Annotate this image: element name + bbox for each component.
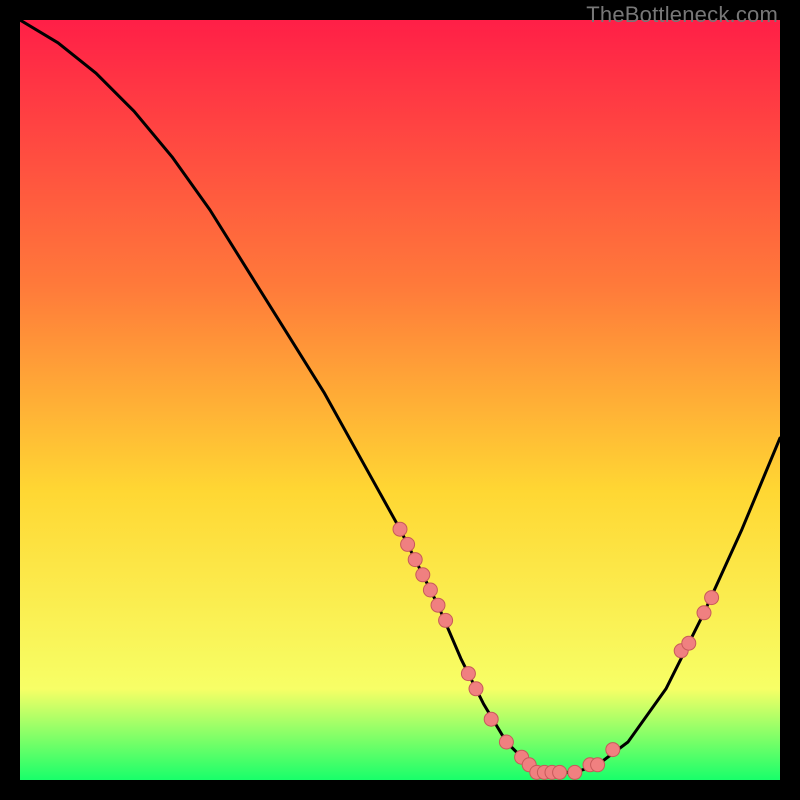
highlight-dot [416, 568, 430, 582]
highlight-dot [423, 583, 437, 597]
chart-frame [20, 20, 780, 780]
highlight-dot [484, 712, 498, 726]
chart-svg [20, 20, 780, 780]
gradient-background [20, 20, 780, 780]
highlight-dot [568, 765, 582, 779]
highlight-dot [499, 735, 513, 749]
highlight-dot [393, 522, 407, 536]
highlight-dot [469, 682, 483, 696]
highlight-dot [553, 765, 567, 779]
highlight-dot [401, 537, 415, 551]
highlight-dot [431, 598, 445, 612]
watermark-text: TheBottleneck.com [586, 2, 778, 28]
highlight-dot [591, 758, 605, 772]
highlight-dot [682, 636, 696, 650]
highlight-dot [408, 553, 422, 567]
highlight-dot [439, 613, 453, 627]
highlight-dot [461, 667, 475, 681]
highlight-dot [606, 743, 620, 757]
highlight-dot [705, 591, 719, 605]
highlight-dot [697, 606, 711, 620]
